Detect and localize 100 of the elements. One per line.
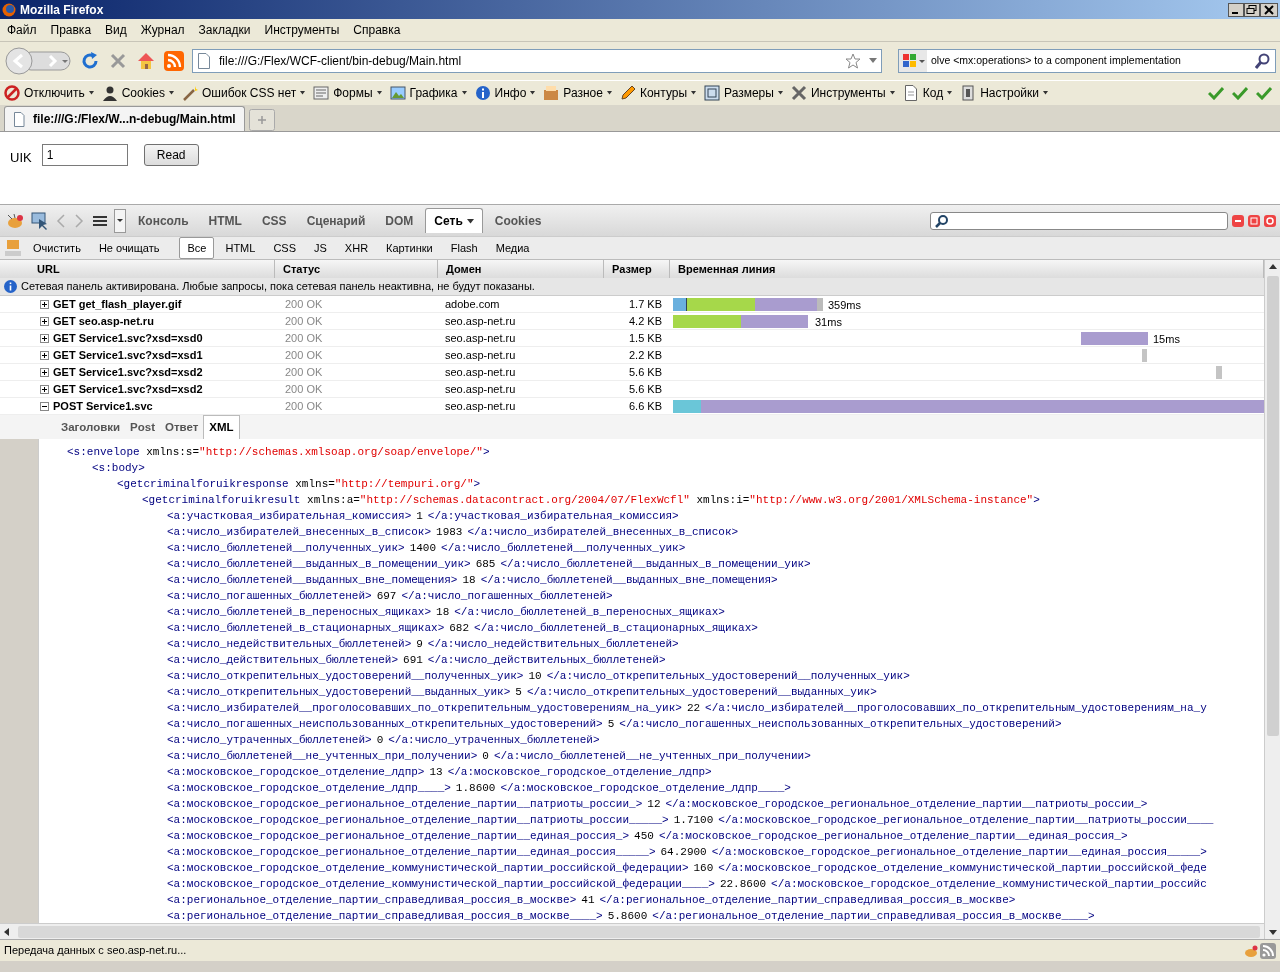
panel-tab[interactable]: Сеть: [425, 208, 483, 233]
detach-panel-button[interactable]: [1248, 214, 1260, 227]
request-url[interactable]: GET Service1.svc?xsd=xsd0: [53, 330, 203, 347]
horizontal-scrollbar[interactable]: [0, 923, 1264, 939]
size-cell-text: 1.7 KB: [627, 297, 663, 312]
expand-icon[interactable]: [40, 384, 49, 394]
reload-icon[interactable]: [80, 51, 100, 71]
panel-tab[interactable]: Сценарий: [298, 208, 374, 233]
expand-icon[interactable]: [40, 316, 49, 326]
menu-item[interactable]: Справка: [346, 18, 408, 42]
toolbar-menu-button[interactable]: Инструменты: [786, 84, 899, 102]
request-url[interactable]: GET Service1.svc?xsd=xsd2: [53, 381, 203, 398]
toolbar-menu-button[interactable]: Размеры: [700, 84, 787, 102]
detail-tab[interactable]: Post: [125, 415, 160, 439]
inspect-icon[interactable]: [30, 210, 50, 231]
address-bar[interactable]: file:///G:/Flex/WCF-client/bin-debug/Main.html: [192, 49, 882, 73]
minimize-button[interactable]: [1228, 2, 1244, 17]
page-icon: [13, 111, 25, 127]
request-url[interactable]: GET Service1.svc?xsd=xsd2: [53, 364, 203, 381]
size-cell-text: 5.6 KB: [627, 365, 663, 380]
stop-icon[interactable]: [108, 51, 128, 71]
toolbar-menu-button[interactable]: Разное: [539, 84, 616, 102]
xml-line: <getcriminalforuikresult xmlns:a="http://schemas.datacontract.org/2004/07/FlexWcfl" xmlns:i="http://www.w3.org/2001/XMLSchema-instance">: [141, 493, 1041, 508]
detail-tab[interactable]: XML: [203, 414, 240, 439]
uik-field[interactable]: 1: [41, 144, 128, 166]
toolbar-menu-button[interactable]: Формы: [309, 84, 386, 102]
detail-tab[interactable]: Ответ: [160, 415, 204, 439]
toolbar-menu-button[interactable]: Графика: [385, 84, 471, 102]
filter-button[interactable]: Flash: [443, 237, 485, 259]
menu-item[interactable]: Вид: [98, 18, 134, 42]
collapse-icon[interactable]: [40, 401, 49, 411]
close-button[interactable]: [1260, 2, 1278, 17]
request-url[interactable]: POST Service1.svc: [53, 398, 153, 415]
filter-button[interactable]: JS: [307, 237, 334, 259]
restore-button[interactable]: [1244, 2, 1260, 17]
minimize-panel-button[interactable]: [1232, 214, 1244, 227]
domain-cell-text: seo.asp-net.ru: [444, 314, 517, 329]
caret-icon: [1043, 91, 1048, 95]
filter-button[interactable]: XHR: [337, 237, 376, 259]
panel-tab[interactable]: Cookies: [486, 208, 550, 233]
expand-icon[interactable]: [40, 333, 49, 343]
filter-button[interactable]: Медиа: [488, 237, 537, 259]
filter-button[interactable]: Картинки: [379, 237, 440, 259]
panel-tab[interactable]: Консоль: [130, 208, 197, 233]
filter-button[interactable]: CSS: [266, 237, 303, 259]
filter-button[interactable]: Все: [179, 236, 215, 260]
search-field[interactable]: olve <mx:operations> to a component implementation: [898, 49, 1276, 73]
toolbar-menu-button[interactable]: Код: [898, 84, 957, 102]
close-panel-button[interactable]: [1264, 214, 1276, 227]
panel-search-field[interactable]: [930, 211, 1228, 230]
check-icon[interactable]: [1208, 86, 1224, 100]
toolbar-button[interactable]: Не очищать: [91, 237, 167, 259]
filter-button[interactable]: HTML: [218, 237, 263, 259]
panel-tab[interactable]: DOM: [377, 208, 422, 233]
detail-tab[interactable]: Заголовки: [56, 415, 126, 439]
google-icon[interactable]: [899, 50, 927, 72]
check-icon[interactable]: [1256, 86, 1272, 100]
menu-item[interactable]: Закладки: [191, 18, 258, 42]
timing-bar: [1081, 332, 1148, 345]
dropdown-icon[interactable]: [869, 58, 877, 64]
xml-line: <a:число_погашенных_бюллетеней> 697 </a:число_погашенных_бюллетеней>: [166, 589, 614, 604]
menu-item[interactable]: Инструменты: [257, 18, 347, 42]
read-button[interactable]: Read: [143, 144, 199, 166]
menu-item[interactable]: Журнал: [133, 18, 192, 42]
panel-tab[interactable]: CSS: [253, 208, 295, 233]
request-url[interactable]: GET get_flash_player.gif: [53, 296, 182, 313]
toolbar-menu-button[interactable]: Отключить: [0, 84, 98, 102]
firefox-icon: [2, 2, 16, 17]
domain-cell-text: seo.asp-net.ru: [444, 382, 517, 397]
page-icon: [197, 53, 211, 69]
menu-item[interactable]: Файл: [0, 18, 44, 42]
check-icon[interactable]: [1232, 86, 1248, 100]
timing-bar: [673, 315, 741, 328]
toolbar-menu-button[interactable]: Ошибок CSS нет: [178, 84, 310, 102]
uik-label: UIK: [10, 149, 32, 167]
toolbar-menu-button[interactable]: Cookies: [97, 84, 178, 102]
xml-line: <a:число_утраченных_бюллетеней> 0 </a:число_утраченных_бюллетеней>: [166, 733, 601, 748]
expand-icon[interactable]: [40, 299, 49, 309]
toolbar-menu-button[interactable]: Инфо: [470, 84, 540, 102]
toolbar-button[interactable]: Очистить: [26, 237, 88, 259]
home-icon[interactable]: [136, 51, 156, 71]
request-url[interactable]: GET seo.asp-net.ru: [53, 313, 154, 330]
rss-icon[interactable]: [164, 51, 184, 71]
toolbar-menu-button[interactable]: Настройки: [956, 84, 1052, 102]
status-cell-text: 200 OK: [284, 348, 324, 363]
browser-tab[interactable]: file:///G:/Flex/W...n-debug/Main.html: [4, 106, 245, 131]
info-icon: [4, 280, 17, 293]
pencil-icon: [619, 85, 636, 101]
expand-icon[interactable]: [40, 367, 49, 377]
search-icon[interactable]: [1255, 53, 1271, 69]
xml-line: <a:число_бюллетеней__выданных_в_помещении_уик> 685 </a:число_бюллетеней__выданных_в_помещении_уик>: [166, 557, 812, 572]
caret-icon: [169, 91, 174, 95]
panel-tab[interactable]: HTML: [200, 208, 250, 233]
vertical-scrollbar[interactable]: [1264, 260, 1280, 939]
expand-icon[interactable]: [40, 350, 49, 360]
request-url[interactable]: GET Service1.svc?xsd=xsd1: [53, 347, 203, 364]
star-icon[interactable]: [845, 53, 861, 69]
back-forward-button[interactable]: [4, 46, 72, 76]
toolbar-menu-button[interactable]: Контуры: [615, 84, 701, 102]
menu-item[interactable]: Правка: [43, 18, 99, 42]
